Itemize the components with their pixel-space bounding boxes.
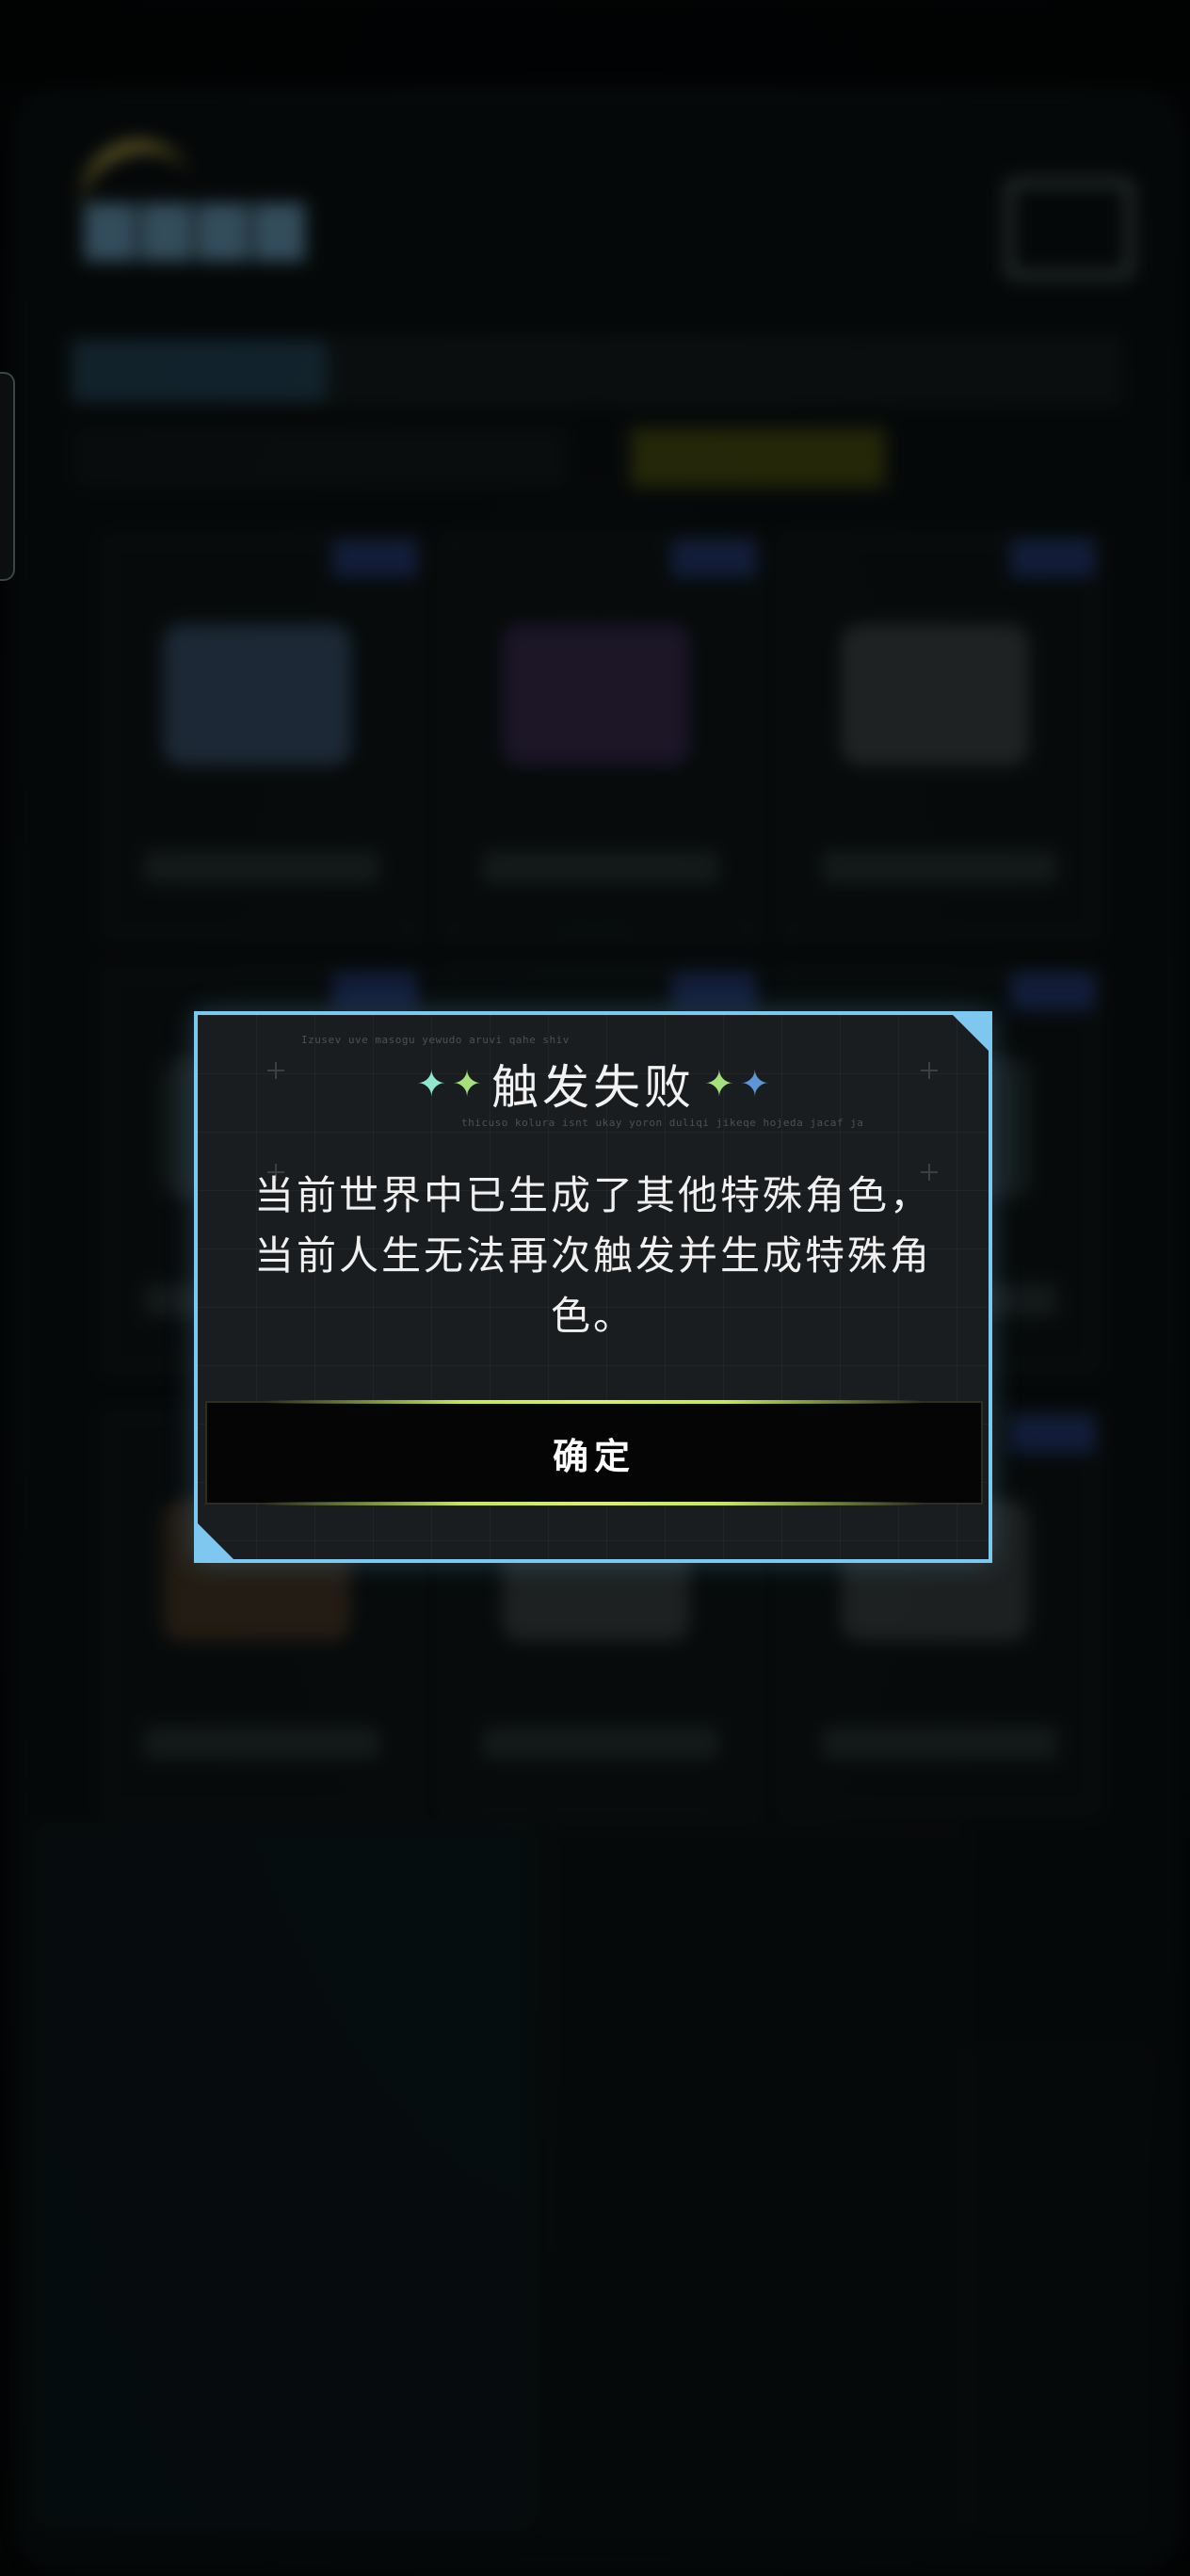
confirm-button-label: 确定	[552, 1435, 635, 1477]
sparkle-green-icon: ✦	[704, 1063, 734, 1104]
corner-accent	[198, 1523, 233, 1559]
corner-accent	[953, 1015, 989, 1051]
game-screen: ▆▆▆▆ Izusev uve masogu yewudo aruvi qahe…	[0, 0, 1190, 2576]
dialog-title: 触发失败	[491, 1060, 695, 1115]
sparkle-mint-icon: ✦	[416, 1063, 447, 1104]
decorative-text: Izusev uve masogu yewudo aruvi qahe shiv	[301, 1034, 570, 1046]
sparkle-blue-icon: ✦	[739, 1063, 770, 1104]
decorative-text: thicuso kolura isnt ukay yoron duliqi ji…	[461, 1117, 864, 1129]
confirm-button[interactable]: 确定	[205, 1400, 983, 1505]
trigger-failed-dialog: Izusev uve masogu yewudo aruvi qahe shiv…	[194, 1011, 992, 1563]
sparkle-green-icon: ✦	[452, 1063, 482, 1104]
dialog-message: 当前世界中已生成了其他特殊角色，当前人生无法再次触发并生成特殊角色。	[254, 1172, 933, 1339]
edge-handle[interactable]	[0, 372, 15, 581]
dialog-title-row: ✦ ✦ 触发失败 ✦ ✦	[198, 1051, 989, 1117]
